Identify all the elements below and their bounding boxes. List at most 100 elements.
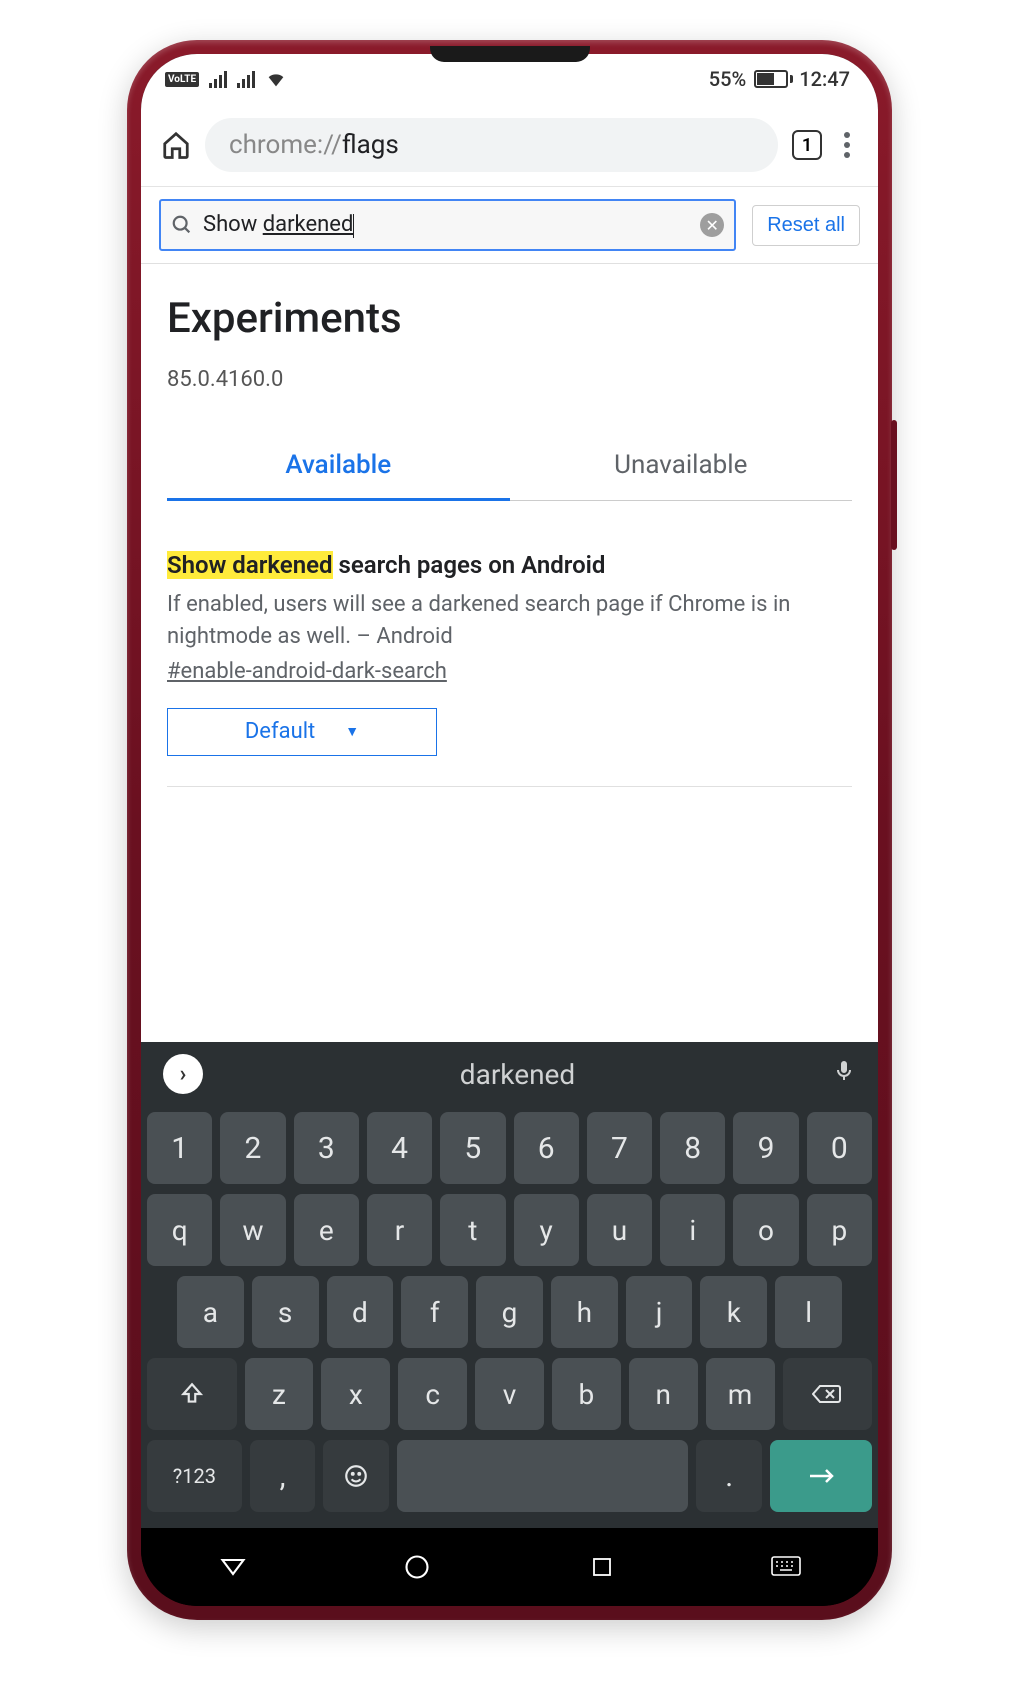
backspace-key[interactable] xyxy=(783,1358,873,1430)
key-v[interactable]: v xyxy=(475,1358,544,1430)
mic-icon[interactable] xyxy=(832,1057,856,1092)
flag-id[interactable]: #enable-android-dark-search xyxy=(167,659,852,684)
page-content: Show darkened ✕ Reset all Experiments 85… xyxy=(141,187,878,1042)
flags-search-input[interactable]: Show darkened xyxy=(203,212,690,237)
overflow-menu-icon[interactable] xyxy=(836,132,858,158)
flag-state-select[interactable]: Default▼ xyxy=(167,708,437,756)
key-t[interactable]: t xyxy=(440,1194,505,1266)
battery-percent: 55% xyxy=(709,67,746,91)
search-icon xyxy=(171,214,193,236)
signal-icon-1 xyxy=(209,70,227,88)
expand-suggestions-icon[interactable]: › xyxy=(163,1054,203,1094)
key-1[interactable]: 1 xyxy=(147,1112,212,1184)
space-key[interactable] xyxy=(397,1440,688,1512)
key-9[interactable]: 9 xyxy=(733,1112,798,1184)
flags-search-row: Show darkened ✕ Reset all xyxy=(141,187,878,264)
key-2[interactable]: 2 xyxy=(220,1112,285,1184)
keyboard: › darkened 1234567890 qwertyuiop asdfghj… xyxy=(141,1042,878,1528)
emoji-key[interactable] xyxy=(323,1440,389,1512)
key-n[interactable]: n xyxy=(629,1358,698,1430)
nav-back-icon[interactable] xyxy=(217,1551,249,1583)
key-z[interactable]: z xyxy=(245,1358,314,1430)
keyboard-suggestion-bar: › darkened xyxy=(141,1042,878,1106)
key-6[interactable]: 6 xyxy=(514,1112,579,1184)
key-h[interactable]: h xyxy=(551,1276,618,1348)
key-y[interactable]: y xyxy=(514,1194,579,1266)
key-4[interactable]: 4 xyxy=(367,1112,432,1184)
wifi-icon xyxy=(265,68,287,90)
keyboard-row-asdf: asdfghjkl xyxy=(147,1276,872,1348)
notch xyxy=(430,46,590,62)
chrome-version: 85.0.4160.0 xyxy=(167,367,852,392)
key-a[interactable]: a xyxy=(177,1276,244,1348)
keyboard-row-numbers: 1234567890 xyxy=(147,1112,872,1184)
key-b[interactable]: b xyxy=(552,1358,621,1430)
shift-key[interactable] xyxy=(147,1358,237,1430)
key-i[interactable]: i xyxy=(660,1194,725,1266)
divider xyxy=(167,786,852,787)
comma-key[interactable]: , xyxy=(250,1440,316,1512)
key-s[interactable]: s xyxy=(252,1276,319,1348)
key-8[interactable]: 8 xyxy=(660,1112,725,1184)
flags-body: Experiments 85.0.4160.0 Available Unavai… xyxy=(141,264,878,1042)
flag-title: Show darkened search pages on Android xyxy=(167,551,852,579)
key-l[interactable]: l xyxy=(775,1276,842,1348)
key-p[interactable]: p xyxy=(807,1194,872,1266)
clock: 12:47 xyxy=(799,67,850,91)
key-e[interactable]: e xyxy=(294,1194,359,1266)
battery-icon xyxy=(752,70,793,88)
key-5[interactable]: 5 xyxy=(440,1112,505,1184)
keyboard-suggestion[interactable]: darkened xyxy=(460,1058,575,1091)
flag-item: Show darkened search pages on Android If… xyxy=(167,501,852,787)
tab-switcher[interactable]: 1 xyxy=(792,130,822,160)
nav-home-icon[interactable] xyxy=(401,1551,433,1583)
keyboard-row-zxcv: zxcvbnm xyxy=(147,1358,872,1430)
enter-key[interactable] xyxy=(770,1440,872,1512)
browser-toolbar: chrome://flags 1 xyxy=(141,104,878,187)
key-g[interactable]: g xyxy=(476,1276,543,1348)
clear-search-icon[interactable]: ✕ xyxy=(700,213,724,237)
url-scheme: chrome:// xyxy=(229,130,342,160)
flag-title-highlight: Show darkened xyxy=(167,551,333,579)
key-0[interactable]: 0 xyxy=(807,1112,872,1184)
phone-frame: VoLTE 55% 12:47 chrome://flags 1 xyxy=(127,40,892,1620)
screen: VoLTE 55% 12:47 chrome://flags 1 xyxy=(141,54,878,1606)
tab-available[interactable]: Available xyxy=(167,432,510,501)
omnibox[interactable]: chrome://flags xyxy=(205,118,778,172)
keyboard-rows: 1234567890 qwertyuiop asdfghjkl zxcvbnm … xyxy=(141,1106,878,1528)
tabs: Available Unavailable xyxy=(167,432,852,501)
key-f[interactable]: f xyxy=(401,1276,468,1348)
key-c[interactable]: c xyxy=(398,1358,467,1430)
key-o[interactable]: o xyxy=(733,1194,798,1266)
keyboard-row-bottom: ?123 , . xyxy=(147,1440,872,1512)
tab-unavailable[interactable]: Unavailable xyxy=(510,432,853,501)
keyboard-row-qwerty: qwertyuiop xyxy=(147,1194,872,1266)
symbols-key[interactable]: ?123 xyxy=(147,1440,242,1512)
url-path: flags xyxy=(342,130,399,160)
flags-search-box[interactable]: Show darkened ✕ xyxy=(159,199,736,251)
page-title: Experiments xyxy=(167,294,852,343)
reset-all-button[interactable]: Reset all xyxy=(752,205,860,246)
key-k[interactable]: k xyxy=(700,1276,767,1348)
key-u[interactable]: u xyxy=(587,1194,652,1266)
home-icon[interactable] xyxy=(161,130,191,160)
signal-icon-2 xyxy=(237,70,255,88)
key-w[interactable]: w xyxy=(220,1194,285,1266)
key-j[interactable]: j xyxy=(626,1276,693,1348)
flag-description: If enabled, users will see a darkened se… xyxy=(167,589,852,653)
key-r[interactable]: r xyxy=(367,1194,432,1266)
status-left: VoLTE xyxy=(165,68,287,90)
android-nav-bar xyxy=(141,1528,878,1606)
nav-recents-icon[interactable] xyxy=(586,1551,618,1583)
key-d[interactable]: d xyxy=(327,1276,394,1348)
volte-badge: VoLTE xyxy=(165,72,199,87)
key-3[interactable]: 3 xyxy=(294,1112,359,1184)
key-x[interactable]: x xyxy=(321,1358,390,1430)
key-7[interactable]: 7 xyxy=(587,1112,652,1184)
side-button xyxy=(891,420,897,550)
period-key[interactable]: . xyxy=(696,1440,762,1512)
key-q[interactable]: q xyxy=(147,1194,212,1266)
key-m[interactable]: m xyxy=(706,1358,775,1430)
status-right: 55% 12:47 xyxy=(709,67,850,91)
nav-keyboard-icon[interactable] xyxy=(770,1551,802,1583)
